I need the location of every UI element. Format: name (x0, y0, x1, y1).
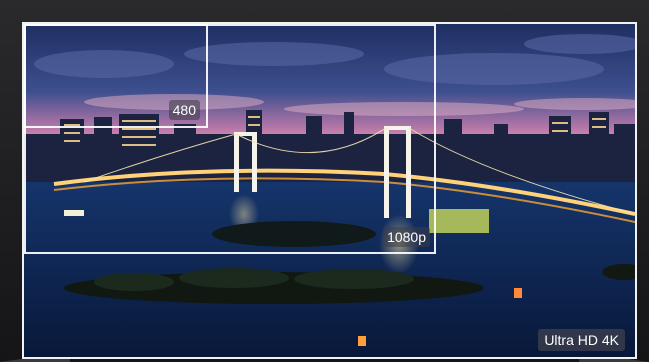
resolution-label-480: 480 (168, 100, 200, 120)
resolution-frame-480: 480 (24, 24, 208, 128)
resolution-label-1080p: 1080p (383, 227, 430, 247)
tv-screen: 1080p 480 Ultra HD 4K (22, 22, 637, 359)
resolution-label-ultra-hd-4k: Ultra HD 4K (538, 329, 625, 351)
